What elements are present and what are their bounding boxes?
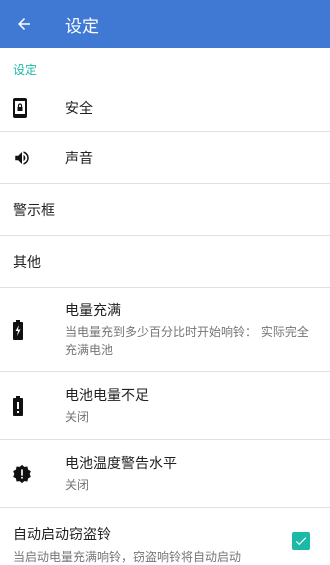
setting-auto-anti-theft[interactable]: 自动启动窃盗铃 当启动电量充满响铃，窃盗响铃将自动启动 [0, 515, 330, 564]
phone-lock-icon [0, 97, 65, 119]
back-button[interactable] [0, 0, 48, 48]
battery-charging-icon [0, 319, 65, 340]
check-icon [295, 537, 307, 546]
setting-value: 关闭 [65, 478, 90, 492]
volume-icon [0, 149, 65, 167]
setting-other[interactable]: 其他 [0, 236, 330, 288]
setting-label: 声音 [65, 150, 93, 167]
setting-label: 电量充满 [65, 303, 121, 319]
setting-value: 关闭 [65, 410, 90, 424]
setting-sound[interactable]: 声音 [0, 132, 330, 184]
setting-label: 警示框 [13, 202, 55, 219]
setting-security[interactable]: 安全 [0, 84, 330, 132]
app-bar: 设定 [0, 0, 330, 48]
setting-full-charge[interactable]: 电量充满 当电量充到多少百分比时开始响铃： 实际完全充满电池 [0, 288, 330, 372]
battery-alert-icon [0, 395, 65, 416]
warning-badge-icon [0, 464, 65, 484]
arrow-back-icon [18, 18, 30, 30]
setting-label: 电池电量不足 [65, 388, 149, 404]
setting-low-battery[interactable]: 电池电量不足 关闭 [0, 372, 330, 440]
page-title: 设定 [65, 16, 99, 37]
section-header: 设定 [13, 63, 38, 77]
setting-temperature-warning[interactable]: 电池温度警告水平 关闭 [0, 440, 330, 508]
setting-alert-box[interactable]: 警示框 [0, 184, 330, 236]
setting-label: 其他 [13, 254, 41, 271]
setting-description: 当电量充到多少百分比时开始响铃： 实际完全充满电池 [65, 325, 309, 357]
setting-label: 电池温度警告水平 [65, 456, 177, 472]
setting-label: 安全 [65, 100, 93, 117]
setting-description: 当启动电量充满响铃，窃盗响铃将自动启动 [13, 550, 242, 564]
setting-label: 自动启动窃盗铃 [13, 527, 111, 543]
auto-anti-theft-checkbox[interactable] [292, 532, 310, 550]
